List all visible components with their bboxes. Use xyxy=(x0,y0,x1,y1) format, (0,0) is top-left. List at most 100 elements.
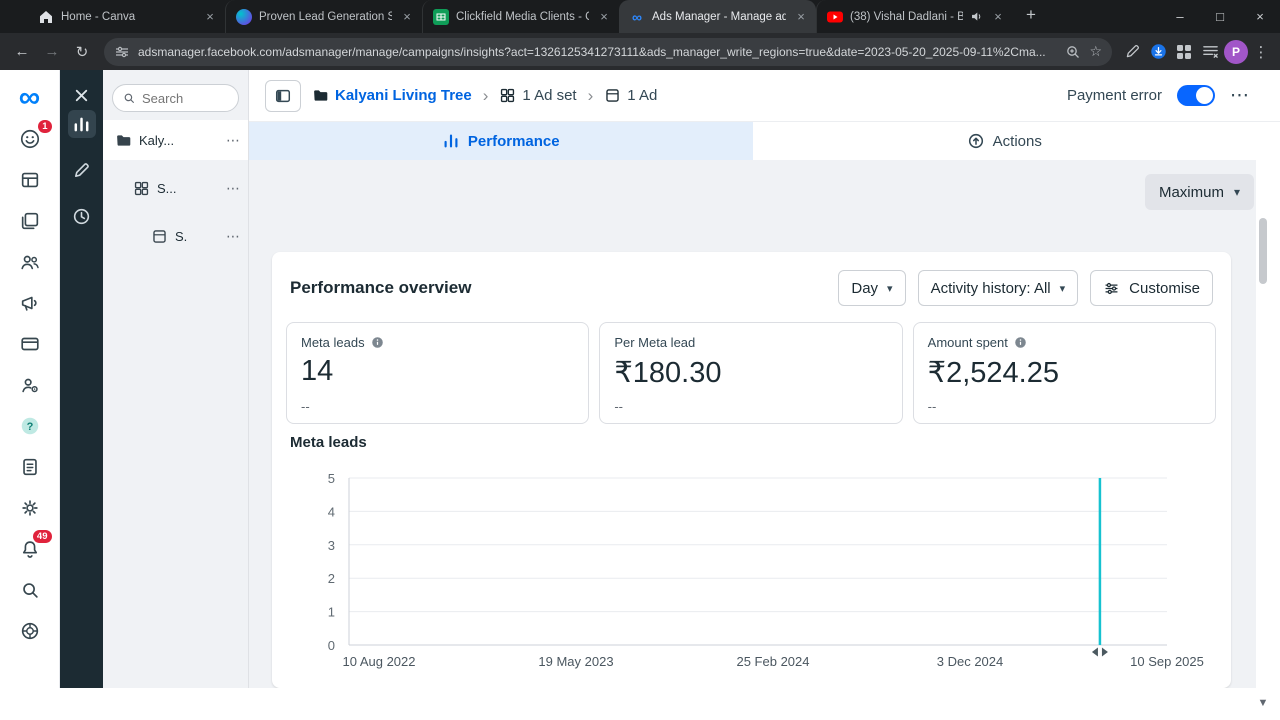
ads-megaphone-icon[interactable] xyxy=(10,283,50,323)
back-button[interactable]: ← xyxy=(8,38,36,66)
settings-gear-icon[interactable] xyxy=(10,488,50,528)
zoom-icon[interactable] xyxy=(1065,44,1081,60)
notifications-bell-icon[interactable]: 49 xyxy=(10,529,52,569)
forward-button[interactable]: → xyxy=(38,38,66,66)
tree-item-menu-icon[interactable]: ⋯ xyxy=(226,132,240,149)
browser-tab-home-canva[interactable]: Home - Canva × xyxy=(28,0,225,33)
tree-search[interactable] xyxy=(112,84,239,112)
tab-close-icon[interactable]: × xyxy=(793,9,809,25)
window-controls: – □ × xyxy=(1160,0,1280,33)
breadcrumb-campaign[interactable]: Kalyani Living Tree xyxy=(312,87,472,104)
home-favicon-icon xyxy=(38,9,54,25)
tree-item-adset[interactable]: S... ⋯ xyxy=(103,168,248,208)
browser-tab-ads-manager[interactable]: ∞ Ads Manager - Manage ads - C × xyxy=(619,0,816,33)
search-nav-icon[interactable] xyxy=(10,570,50,610)
metric-value: ₹2,524.25 xyxy=(927,357,1059,389)
window-minimize-button[interactable]: – xyxy=(1160,0,1200,33)
browser-menu-icon[interactable]: ⋮ xyxy=(1250,43,1272,61)
profile-avatar[interactable]: P xyxy=(1224,39,1248,64)
refresh-button[interactable]: ↻ xyxy=(68,38,96,66)
svg-text:10 Sep 2025: 10 Sep 2025 xyxy=(1130,654,1204,669)
search-icon xyxy=(124,93,134,103)
pages-icon[interactable] xyxy=(10,201,50,241)
meta-logo[interactable]: ∞ xyxy=(19,78,40,118)
tree-item-ad[interactable]: S. ⋯ xyxy=(103,216,248,256)
billing-icon[interactable] xyxy=(10,324,50,364)
reading-list-icon[interactable] xyxy=(1198,40,1222,64)
view-charts-icon[interactable] xyxy=(67,110,96,138)
breadcrumb-adset[interactable]: 1 Ad set xyxy=(499,87,577,104)
site-info-icon[interactable] xyxy=(114,44,130,60)
tree-item-menu-icon[interactable]: ⋯ xyxy=(226,228,240,245)
collapse-sidebar-button[interactable] xyxy=(265,79,301,112)
customise-button[interactable]: Customise xyxy=(1090,270,1213,306)
ad-icon xyxy=(153,229,166,243)
tree-item-campaign[interactable]: Kaly... ⋯ xyxy=(103,120,248,160)
chevron-down-icon: ▾ xyxy=(1059,282,1066,295)
insights-rail xyxy=(60,70,103,688)
info-icon[interactable] xyxy=(1014,336,1027,349)
maximum-dropdown[interactable]: Maximum ▾ xyxy=(1144,174,1254,210)
tab-close-icon[interactable]: × xyxy=(399,9,415,25)
browser-tab-youtube[interactable]: (38) Vishal Dadlani - Broth × xyxy=(816,0,1013,33)
browser-toolbar: ← → ↻ adsmanager.facebook.com/adsmanager… xyxy=(0,33,1280,70)
tab-performance[interactable]: Performance xyxy=(249,122,753,160)
reports-icon[interactable] xyxy=(10,447,50,487)
bar-chart-icon xyxy=(444,134,458,148)
sidebar-layout-icon xyxy=(275,89,291,102)
metric-value: ₹180.30 xyxy=(614,357,722,389)
canva-favicon-icon xyxy=(236,8,252,25)
tab-audio-icon[interactable] xyxy=(970,10,983,23)
day-dropdown[interactable]: Day ▾ xyxy=(838,270,906,306)
info-icon[interactable] xyxy=(371,336,384,349)
address-bar[interactable]: adsmanager.facebook.com/adsmanager/manag… xyxy=(104,37,1112,66)
window-close-button[interactable]: × xyxy=(1240,0,1280,33)
browser-tab-canva-doc[interactable]: Proven Lead Generation Strateg × xyxy=(225,0,422,33)
ad-icon xyxy=(606,89,619,102)
url-text[interactable]: adsmanager.facebook.com/adsmanager/manag… xyxy=(138,45,1057,59)
campaign-toggle[interactable] xyxy=(1177,85,1215,106)
screen: Home - Canva × Proven Lead Generation St… xyxy=(0,0,1280,720)
new-tab-button[interactable]: + xyxy=(1017,2,1045,30)
history-clock-icon[interactable] xyxy=(68,202,96,230)
metric-sub: -- xyxy=(927,399,937,414)
meta-leads-chart[interactable]: 0 1 2 3 4 5 10 Aug 2022 19 May 2023 25 Feb 2024 3… xyxy=(292,467,1207,679)
tab-actions[interactable]: Actions xyxy=(752,122,1256,160)
tree-item-label: S... xyxy=(157,180,177,196)
edit-icon[interactable] xyxy=(68,156,96,184)
activity-history-dropdown[interactable]: Activity history: All ▾ xyxy=(917,270,1079,306)
payment-error-label: Payment error xyxy=(1066,87,1162,104)
window-maximize-button[interactable]: □ xyxy=(1200,0,1240,33)
view-tabs: Performance Actions xyxy=(249,122,1256,160)
extensions-icon[interactable] xyxy=(1172,40,1196,64)
help-icon[interactable]: ? xyxy=(10,406,50,446)
sliders-icon xyxy=(1105,282,1118,294)
tree-item-menu-icon[interactable]: ⋯ xyxy=(226,180,240,197)
tab-close-icon[interactable]: × xyxy=(596,9,612,25)
breadcrumb-ad[interactable]: 1 Ad xyxy=(604,87,657,104)
account-icon[interactable]: 1 xyxy=(10,119,52,159)
breadcrumb-label: Kalyani Living Tree xyxy=(335,87,472,104)
tab-close-icon[interactable]: × xyxy=(202,9,218,25)
sheets-favicon-icon xyxy=(433,8,449,25)
close-insights-icon[interactable] xyxy=(68,81,96,109)
campaigns-icon[interactable] xyxy=(10,160,50,200)
tree-item-label: S. xyxy=(175,228,188,244)
scrollbar-thumb[interactable] xyxy=(1259,218,1267,284)
svg-text:3 Dec 2024: 3 Dec 2024 xyxy=(937,654,1004,669)
browser-tab-sheets[interactable]: Clickfield Media Clients - Goog × xyxy=(422,0,619,33)
downloads-icon[interactable] xyxy=(1146,40,1170,64)
maximum-label: Maximum xyxy=(1158,183,1224,201)
bookmark-star-icon[interactable]: ☆ xyxy=(1089,43,1102,60)
audiences-icon[interactable] xyxy=(10,242,50,282)
troubleshooting-icon[interactable] xyxy=(10,611,50,651)
svg-text:25 Feb 2024: 25 Feb 2024 xyxy=(736,654,809,669)
tab-close-icon[interactable]: × xyxy=(990,9,1006,25)
tab-label: Actions xyxy=(992,132,1042,150)
extension-edit-icon[interactable] xyxy=(1120,40,1144,64)
more-options-icon[interactable]: ⋯ xyxy=(1230,84,1250,107)
tree-item-label: Kaly... xyxy=(139,132,175,148)
search-input[interactable] xyxy=(142,90,229,106)
scrollbar-down-arrow[interactable]: ▼ xyxy=(1254,694,1272,712)
business-settings-icon[interactable] xyxy=(10,365,50,405)
